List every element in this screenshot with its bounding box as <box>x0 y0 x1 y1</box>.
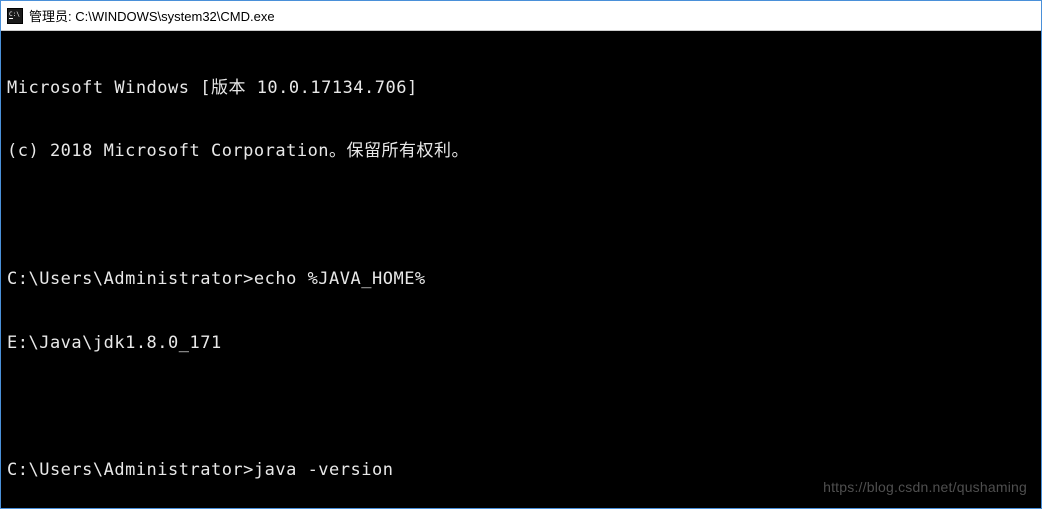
cmd-icon: C:\ <box>7 8 23 24</box>
terminal-line: (c) 2018 Microsoft Corporation。保留所有权利。 <box>7 141 1035 162</box>
cmd-window: C:\ 管理员: C:\WINDOWS\system32\CMD.exe Mic… <box>0 0 1042 509</box>
terminal-area[interactable]: Microsoft Windows [版本 10.0.17134.706] (c… <box>1 31 1041 508</box>
window-title: 管理员: C:\WINDOWS\system32\CMD.exe <box>29 6 275 25</box>
terminal-line <box>7 396 1035 417</box>
terminal-line: Microsoft Windows [版本 10.0.17134.706] <box>7 78 1035 99</box>
watermark: https://blog.csdn.net/qushaming <box>823 479 1027 497</box>
terminal-line: C:\Users\Administrator>echo %JAVA_HOME% <box>7 269 1035 290</box>
terminal-line <box>7 205 1035 226</box>
svg-text:C:\: C:\ <box>9 11 20 18</box>
terminal-line: E:\Java\jdk1.8.0_171 <box>7 333 1035 354</box>
titlebar[interactable]: C:\ 管理员: C:\WINDOWS\system32\CMD.exe <box>1 1 1041 31</box>
